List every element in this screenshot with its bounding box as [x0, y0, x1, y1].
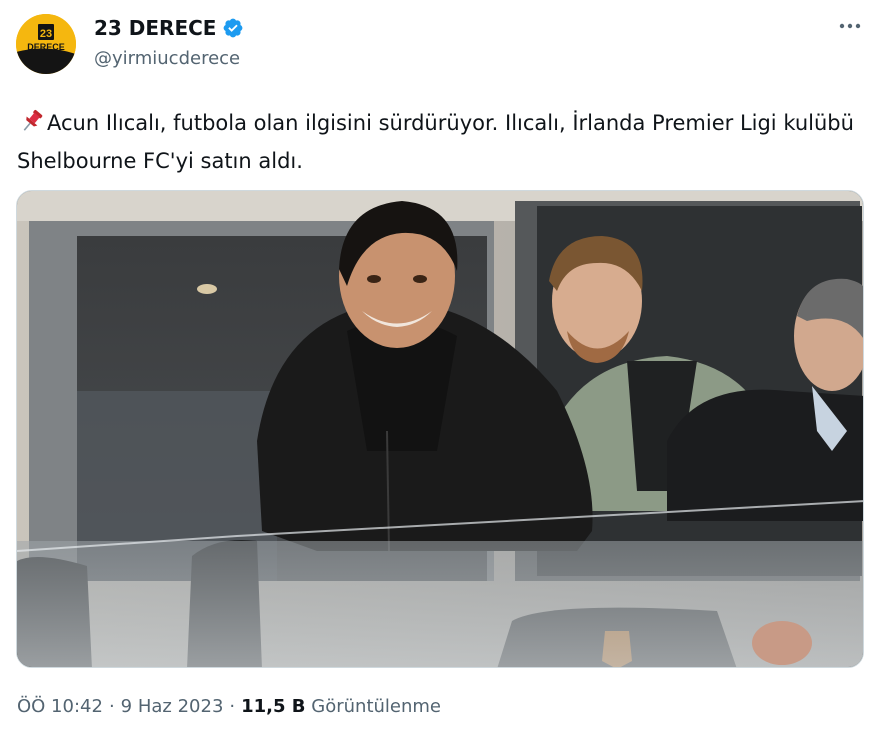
tweet-meta: ÖÖ 10:42 · 9 Haz 2023 · 11,5 B Görüntülenme — [17, 696, 441, 717]
author-name-row[interactable]: 23 DERECE — [94, 16, 244, 40]
verified-badge-icon[interactable] — [222, 17, 244, 39]
views-label: Görüntülenme — [311, 696, 442, 717]
more-options-button[interactable] — [836, 12, 864, 40]
more-options-icon — [839, 23, 861, 29]
tweet-text: Acun Ilıcalı, futbola olan ilgisini sürd… — [17, 104, 857, 180]
tweet-photo[interactable] — [16, 190, 864, 668]
tweet-card: 23 DERECE 23 DERECE @yirmiucderece Acun … — [0, 0, 882, 733]
tweet-time[interactable]: ÖÖ 10:42 — [17, 696, 103, 717]
avatar-wordmark: DERECE — [27, 42, 65, 52]
photo-image — [17, 191, 863, 667]
separator-dot: · — [108, 696, 115, 717]
avatar[interactable]: 23 DERECE — [16, 14, 76, 74]
tweet-body-text: Acun Ilıcalı, futbola olan ilgisini sürd… — [17, 111, 854, 173]
views-count[interactable]: 11,5 B — [241, 696, 305, 717]
separator-dot: · — [229, 696, 236, 717]
author-display-name[interactable]: 23 DERECE — [94, 16, 216, 40]
author-handle[interactable]: @yirmiucderece — [94, 48, 240, 69]
tweet-date[interactable]: 9 Haz 2023 — [121, 696, 224, 717]
pushpin-icon — [17, 108, 47, 134]
avatar-number: 23 — [40, 28, 52, 40]
avatar-logo-image: 23 DERECE — [16, 14, 76, 74]
